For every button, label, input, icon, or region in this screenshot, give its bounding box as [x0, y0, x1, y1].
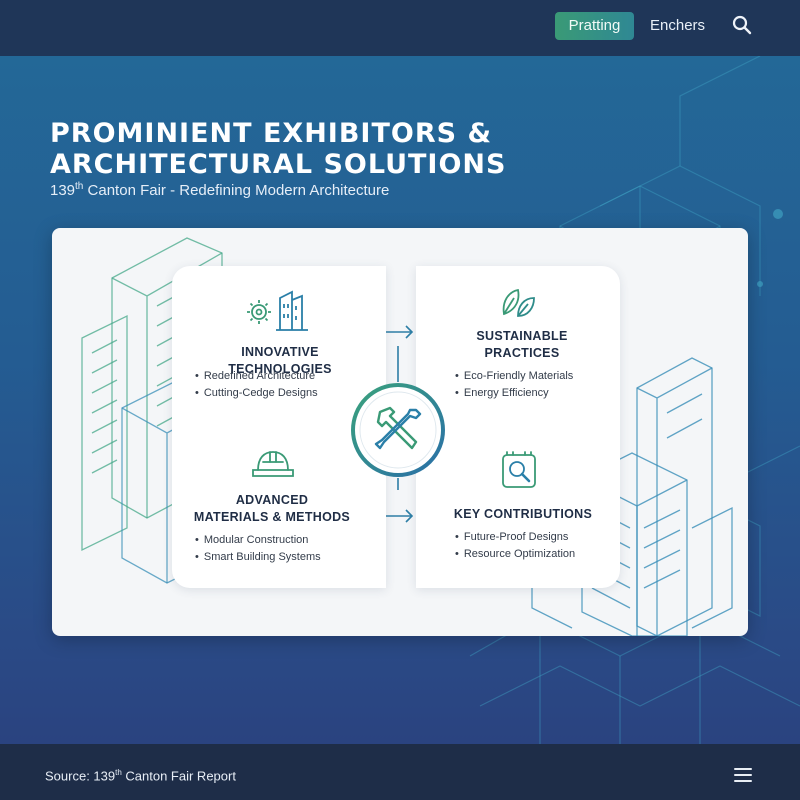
- section-title-materials: ADVANCED MATERIALS & METHODS: [182, 492, 362, 526]
- list-item: Future-Proof Designs: [455, 529, 575, 546]
- materials-title-line2: MATERIALS & METHODS: [193, 510, 351, 524]
- list-item: Cutting-Cedge Designs: [195, 385, 318, 402]
- innovative-bullet-list: Redefined Architecture Cutting-Cedge Des…: [195, 368, 318, 402]
- source-text: Canton Fair Report: [121, 768, 236, 784]
- list-item: Eco-Friendly Materials: [455, 368, 573, 385]
- subtitle-text: Canton Fair - Redefining Modern Architec…: [83, 182, 390, 199]
- materials-title-line1: ADVANCED: [235, 493, 309, 507]
- nav-tab-pratting[interactable]: Pratting: [555, 12, 634, 40]
- sustainable-title-line2: PRACTICES: [484, 346, 560, 360]
- infographic-card: INNOVATIVE TECHNOLOGIES Redefined Archit…: [52, 228, 748, 636]
- source-citation: Source: 139th Canton Fair Report: [45, 768, 236, 783]
- footer-bar: Source: 139th Canton Fair Report: [0, 744, 800, 800]
- materials-bullet-list: Modular Construction Smart Building Syst…: [195, 532, 321, 566]
- list-item: Redefined Architecture: [195, 368, 318, 385]
- sustainable-title-line1: SUSTAINABLE: [476, 329, 568, 343]
- nav-link-enchers[interactable]: Enchers: [650, 12, 705, 40]
- search-icon[interactable]: [730, 13, 754, 37]
- section-title-contributions: KEY CONTRIBUTIONS: [453, 507, 593, 521]
- section-title-sustainable: SUSTAINABLE PRACTICES: [452, 328, 592, 362]
- leaf-icon: [502, 288, 535, 317]
- page-subtitle: 139th Canton Fair - Redefining Modern Ar…: [50, 181, 389, 199]
- hamburger-menu-icon[interactable]: [734, 768, 752, 784]
- source-suffix: th: [115, 768, 122, 777]
- top-nav-bar: Pratting Enchers: [0, 0, 800, 56]
- page-title: PROMINIENT EXHIBITORS & ARCHITECTURAL SO…: [50, 118, 507, 180]
- subtitle-ordinal-number: 139: [50, 182, 76, 199]
- contributions-bullet-list: Future-Proof Designs Resource Optimizati…: [455, 529, 575, 563]
- list-item: Smart Building Systems: [195, 549, 321, 566]
- list-item: Modular Construction: [195, 532, 321, 549]
- list-item: Resource Optimization: [455, 546, 575, 563]
- gear-building-icon: [247, 290, 308, 331]
- hard-hat-icon: [252, 451, 294, 477]
- magnifier-document-icon: [502, 451, 536, 488]
- source-prefix: Source: 139: [45, 768, 116, 784]
- wrench-screwdriver-icon: [351, 383, 445, 477]
- sustainable-bullet-list: Eco-Friendly Materials Energy Efficiency: [455, 368, 573, 402]
- list-item: Energy Efficiency: [455, 385, 573, 402]
